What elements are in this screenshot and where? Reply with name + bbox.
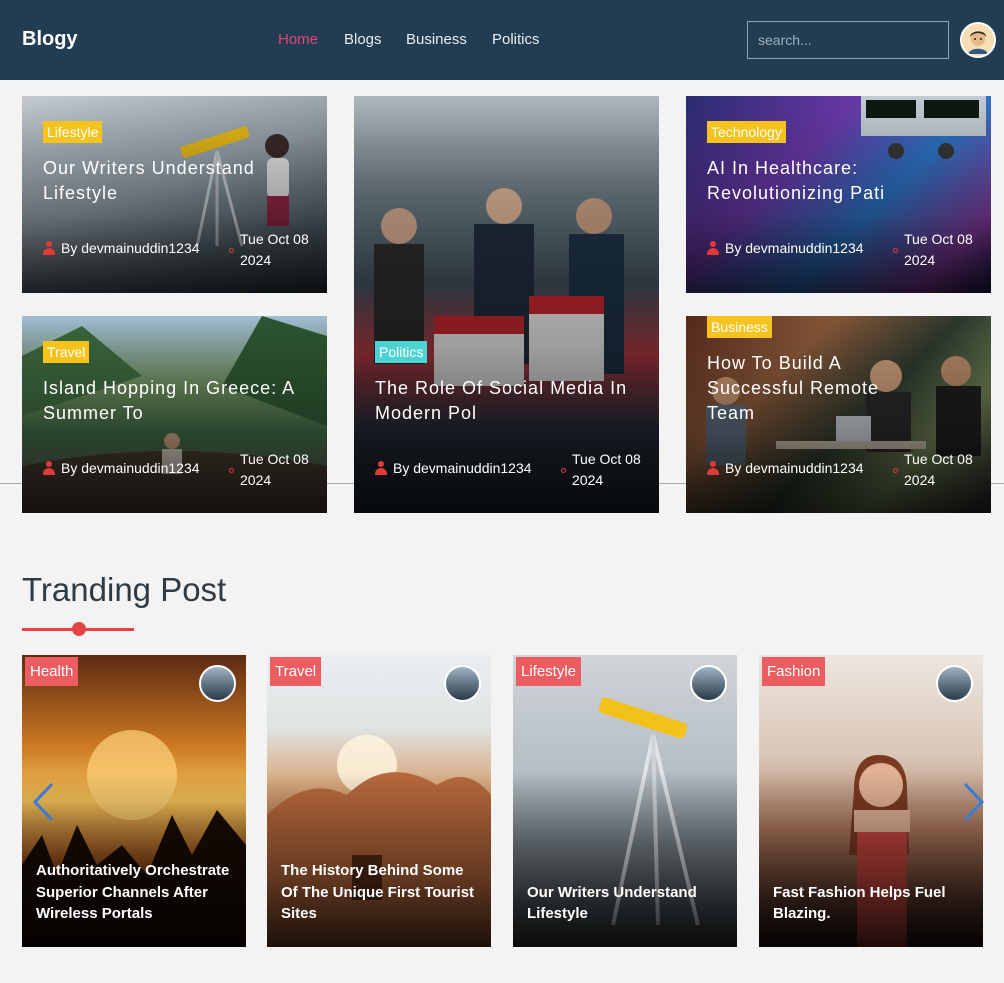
trending-card[interactable]: Health Authoritatively Orchestrate Super…: [22, 655, 246, 947]
category-badge[interactable]: Travel: [43, 341, 90, 363]
section-title: Tranding Post: [22, 571, 227, 608]
separator-dot-icon: [229, 468, 234, 473]
category-badge[interactable]: Lifestyle: [516, 657, 582, 686]
nav-blogs[interactable]: Blogs: [344, 31, 382, 48]
category-badge[interactable]: Lifestyle: [43, 121, 103, 143]
category-badge[interactable]: Fashion: [762, 657, 826, 686]
top-navbar: Blogy Home Blogs Business Politics: [0, 0, 1004, 80]
author-avatar[interactable]: [199, 665, 236, 702]
post-date: Tue Oct 08 2024: [572, 451, 641, 488]
user-icon: [375, 461, 387, 475]
post-date: Tue Oct 08 2024: [240, 451, 309, 488]
category-badge[interactable]: Business: [707, 316, 772, 338]
author-name: By devmainuddin1234: [725, 240, 864, 256]
post-title[interactable]: Our Writers Understand Lifestyle: [43, 156, 313, 206]
category-badge[interactable]: Technology: [707, 121, 786, 143]
category-badge[interactable]: Health: [25, 657, 79, 686]
category-badge[interactable]: Politics: [375, 341, 428, 363]
nav-home[interactable]: Home: [278, 31, 318, 48]
trending-card[interactable]: Fashion Fast Fashion Helps Fuel Blazing.: [759, 655, 983, 947]
section-underline-dot: [72, 622, 86, 636]
author-avatar[interactable]: [936, 665, 973, 702]
post-title[interactable]: Island Hopping In Greece: A Summer To: [43, 376, 313, 426]
author-avatar[interactable]: [444, 665, 481, 702]
separator-dot-icon: [561, 468, 566, 473]
trending-card[interactable]: Travel The History Behind Some Of The Un…: [267, 655, 491, 947]
post-title[interactable]: How To Build A Successful Remote Team: [707, 351, 917, 426]
post-author: By devmainuddin1234: [43, 460, 200, 476]
post-author: By devmainuddin1234: [43, 240, 200, 256]
post-author: By devmainuddin1234: [375, 460, 532, 476]
trending-card[interactable]: Lifestyle Our Writers Understand Lifesty…: [513, 655, 737, 947]
user-avatar[interactable]: [960, 22, 996, 58]
author-name: By devmainuddin1234: [61, 240, 200, 256]
carousel-next-button[interactable]: [963, 782, 985, 822]
separator-dot-icon: [893, 468, 898, 473]
post-title[interactable]: The Role Of Social Media In Modern Pol: [375, 376, 645, 426]
post-title[interactable]: The History Behind Some Of The Unique Fi…: [281, 860, 481, 925]
post-date: Tue Oct 08 2024: [240, 231, 309, 268]
post-title[interactable]: Our Writers Understand Lifestyle: [527, 882, 727, 925]
nav-business[interactable]: Business: [406, 31, 467, 48]
chevron-right-icon: [963, 782, 985, 822]
author-name: By devmainuddin1234: [61, 460, 200, 476]
featured-card[interactable]: Business How To Build A Successful Remot…: [686, 316, 991, 513]
post-title[interactable]: AI In Healthcare: Revolutionizing Pati: [707, 156, 977, 206]
featured-card[interactable]: Lifestyle Our Writers Understand Lifesty…: [22, 96, 327, 293]
carousel-prev-button[interactable]: [32, 782, 54, 822]
separator-dot-icon: [893, 248, 898, 253]
featured-card[interactable]: Politics The Role Of Social Media In Mod…: [354, 96, 659, 513]
author-avatar[interactable]: [690, 665, 727, 702]
post-date: Tue Oct 08 2024: [904, 451, 973, 488]
avatar-illustration-icon: [962, 24, 994, 56]
separator-dot-icon: [229, 248, 234, 253]
post-author: By devmainuddin1234: [707, 240, 864, 256]
post-author: By devmainuddin1234: [707, 460, 864, 476]
post-title[interactable]: Authoritatively Orchestrate Superior Cha…: [36, 860, 236, 925]
featured-card[interactable]: Technology AI In Healthcare: Revolutioni…: [686, 96, 991, 293]
user-icon: [43, 461, 55, 475]
site-logo[interactable]: Blogy: [22, 28, 78, 51]
author-name: By devmainuddin1234: [725, 460, 864, 476]
category-badge[interactable]: Travel: [270, 657, 322, 686]
nav-politics[interactable]: Politics: [492, 31, 540, 48]
user-icon: [707, 241, 719, 255]
featured-card[interactable]: Travel Island Hopping In Greece: A Summe…: [22, 316, 327, 513]
post-date: Tue Oct 08 2024: [904, 231, 973, 268]
search-input[interactable]: [747, 21, 949, 59]
user-icon: [707, 461, 719, 475]
author-name: By devmainuddin1234: [393, 460, 532, 476]
chevron-left-icon: [32, 782, 54, 822]
post-title[interactable]: Fast Fashion Helps Fuel Blazing.: [773, 882, 973, 925]
user-icon: [43, 241, 55, 255]
